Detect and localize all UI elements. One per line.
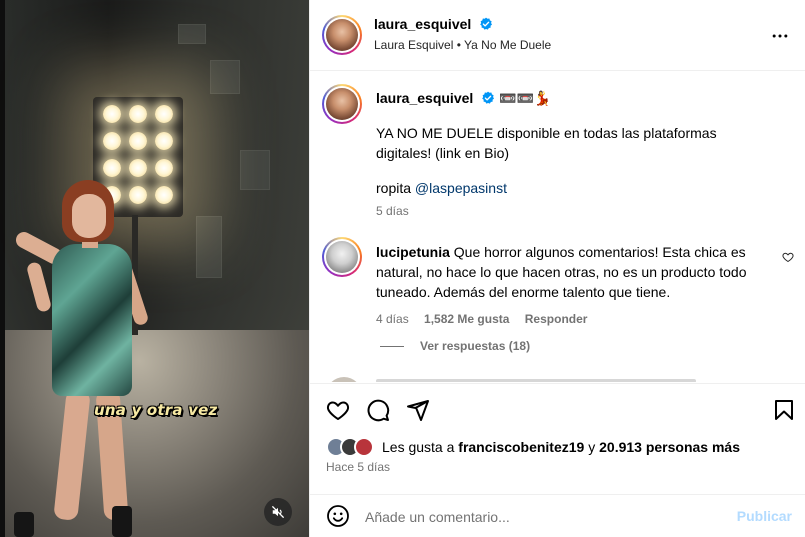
performer-figure xyxy=(0,0,309,537)
video-caption-overlay: una y otra vez xyxy=(94,401,218,419)
liker-avatar xyxy=(354,437,374,457)
caption-line-1: YA NO ME DUELE disponible en todas las p… xyxy=(376,125,717,141)
comment-composer: Publicar xyxy=(310,494,805,537)
caption-time[interactable]: 5 días xyxy=(376,204,786,218)
likes-prefix: Les gusta a xyxy=(382,439,459,455)
caption-emoji: 📼📼💃 xyxy=(499,90,552,106)
comment-text-3: tuneado. Además del enorme talento que t… xyxy=(376,284,671,300)
caption-author-avatar[interactable] xyxy=(322,84,362,124)
heart-icon xyxy=(782,252,794,263)
comments-list[interactable]: laura_esquivel 📼📼💃 YA NO ME DUELE dispon… xyxy=(310,72,805,382)
commenter-username[interactable]: lucipetunia xyxy=(376,244,450,260)
smiley-icon xyxy=(327,505,349,527)
comment-text-2: natural, no hace lo que hacen otras, no … xyxy=(376,264,747,280)
likes-text: Les gusta a franciscobenitez19 y 20.913 … xyxy=(382,437,740,457)
commenter-avatar[interactable] xyxy=(322,237,362,277)
caption-credit: ropita @laspepasinst xyxy=(376,178,786,198)
likes-middle: y xyxy=(584,439,600,455)
post-time[interactable]: Hace 5 días xyxy=(326,460,390,474)
emoji-button[interactable] xyxy=(326,504,350,531)
view-replies-button[interactable]: Ver respuestas (18) xyxy=(380,339,530,353)
likes-summary: Les gusta a franciscobenitez19 y 20.913 … xyxy=(326,437,740,457)
verified-badge-icon xyxy=(482,91,495,104)
heart-icon xyxy=(326,401,350,420)
replies-divider xyxy=(380,345,404,347)
reply-button[interactable]: Responder xyxy=(525,312,588,326)
comment-button[interactable] xyxy=(366,398,390,425)
likes-count[interactable]: 20.913 personas más xyxy=(599,439,740,455)
speaker-muted-icon xyxy=(272,506,284,518)
liker-avatars[interactable] xyxy=(326,437,376,457)
post-side-panel: laura_esquivel Laura Esquivel • Ya No Me… xyxy=(309,0,805,537)
next-comment-preview xyxy=(376,379,696,382)
comment-bubble-icon xyxy=(367,399,390,422)
author-block: laura_esquivel Laura Esquivel • Ya No Me… xyxy=(374,16,551,52)
verified-badge-icon xyxy=(480,17,493,30)
like-button[interactable] xyxy=(326,398,350,425)
author-avatar[interactable] xyxy=(322,15,362,55)
caption-username[interactable]: laura_esquivel xyxy=(376,90,473,106)
author-username[interactable]: laura_esquivel xyxy=(374,16,471,32)
share-button[interactable] xyxy=(406,398,430,425)
comment-like-button[interactable] xyxy=(782,250,794,266)
publish-button[interactable]: Publicar xyxy=(737,508,792,524)
caption-credit-prefix: ropita xyxy=(376,180,415,196)
paper-plane-icon xyxy=(407,400,429,421)
post-caption: laura_esquivel 📼📼💃 YA NO ME DUELE dispon… xyxy=(376,90,786,218)
comment-likes[interactable]: 1,582 Me gusta xyxy=(424,312,509,326)
post-header: laura_esquivel Laura Esquivel • Ya No Me… xyxy=(310,0,805,71)
comment-text-1: Que horror algunos comentarios! Esta chi… xyxy=(453,244,746,260)
view-replies-label: Ver respuestas (18) xyxy=(420,339,531,353)
caption-line-2: digitales! (link en Bio) xyxy=(376,145,510,161)
more-horizontal-icon xyxy=(772,34,788,38)
liker-username[interactable]: franciscobenitez19 xyxy=(458,439,584,455)
mute-button[interactable] xyxy=(264,498,292,526)
comment-item: lucipetunia Que horror algunos comentari… xyxy=(376,242,771,326)
bookmark-icon xyxy=(775,400,793,420)
post-media[interactable]: una y otra vez xyxy=(0,0,309,537)
next-comment-avatar[interactable] xyxy=(326,377,362,382)
comment-input[interactable] xyxy=(365,507,715,527)
audio-subtitle[interactable]: Laura Esquivel • Ya No Me Duele xyxy=(374,38,551,52)
more-options-button[interactable] xyxy=(770,26,790,46)
save-button[interactable] xyxy=(772,398,796,425)
comment-time[interactable]: 4 días xyxy=(376,312,409,326)
mention-link[interactable]: @laspepasinst xyxy=(415,180,507,196)
